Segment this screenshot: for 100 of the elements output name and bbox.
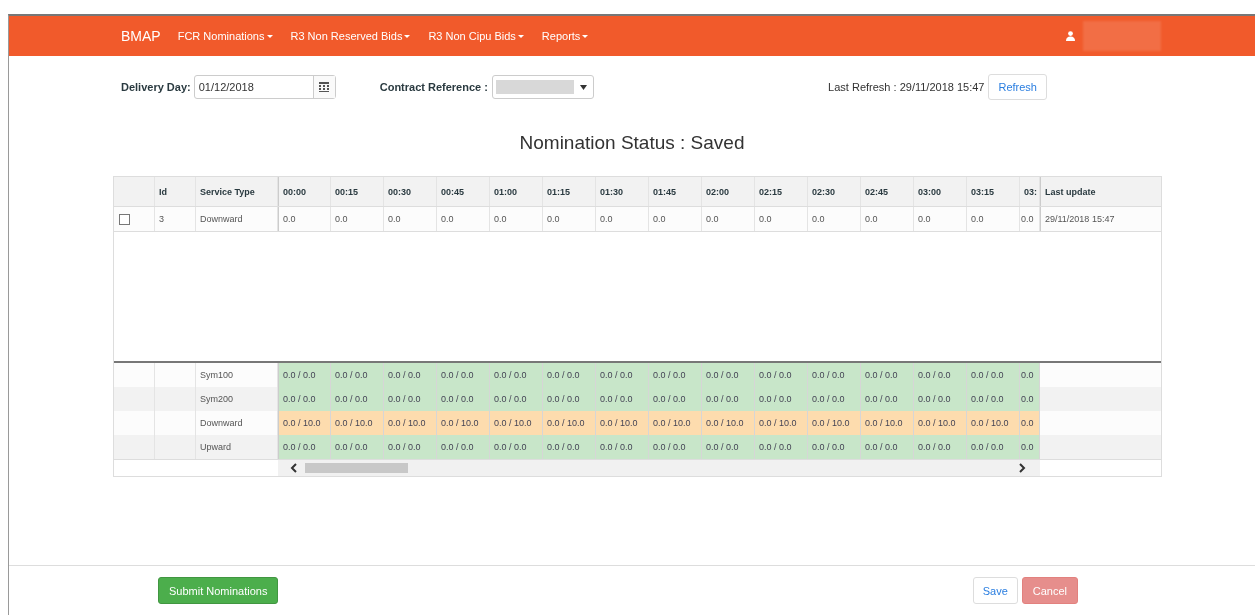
- summary-cell: 0.0 / 0.0: [384, 435, 437, 459]
- scrollbar-thumb[interactable]: [305, 463, 408, 473]
- submit-nominations-button[interactable]: Submit Nominations: [158, 577, 279, 604]
- column-header: 02:00: [702, 177, 755, 206]
- summary-cell: 0.0 / 10.0: [331, 411, 384, 435]
- calendar-button[interactable]: [312, 76, 335, 98]
- table-cell: 0.0: [596, 207, 649, 231]
- summary-cell: 0.0 / 0.0: [596, 387, 649, 411]
- summary-cell: 0.0 / 0.0: [808, 435, 861, 459]
- column-header: 02:30: [808, 177, 861, 206]
- column-header: 00:15: [331, 177, 384, 206]
- column-header: 03:: [1020, 177, 1040, 206]
- summary-cell: 0.0 / 0.0: [649, 435, 702, 459]
- refresh-button[interactable]: Refresh: [988, 74, 1047, 100]
- summary-cell: 0.0 / 0.0: [967, 363, 1020, 387]
- summary-cell: 0.0 / 0.0: [967, 387, 1020, 411]
- caret-icon: [404, 34, 411, 38]
- column-header: 02:15: [755, 177, 808, 206]
- calendar-icon: [319, 82, 330, 92]
- summary-cell: 0.0 / 0.0: [702, 387, 755, 411]
- table-cell: 29/11/2018 15:47: [1040, 207, 1161, 231]
- summary-cell: 0.0 / 10.0: [649, 411, 702, 435]
- summary-cell: 0.0 / 10.0: [808, 411, 861, 435]
- summary-cell: 0.0 / 0.0: [649, 387, 702, 411]
- summary-cell: 0.0 / 0.0: [914, 363, 967, 387]
- summary-cell: 0.0 / 0.0: [437, 435, 490, 459]
- summary-cell: 0.0 / 10.0: [755, 411, 808, 435]
- nav-menu[interactable]: R3 Non Cipu Bids: [428, 30, 524, 42]
- summary-cell: 0.0: [1020, 411, 1040, 435]
- summary-cell: 0.0 / 10.0: [278, 411, 331, 435]
- summary-cell: 0.0 / 0.0: [490, 387, 543, 411]
- summary-cell: 0.0 / 0.0: [596, 363, 649, 387]
- brand-link[interactable]: BMAP: [121, 28, 161, 44]
- summary-cell: 0.0 / 0.0: [914, 435, 967, 459]
- status-title: Nomination Status : Saved: [518, 132, 746, 154]
- date-field[interactable]: 01/12/2018: [193, 75, 336, 99]
- summary-cell: 0.0 / 0.0: [490, 363, 543, 387]
- save-button[interactable]: Save: [972, 577, 1018, 604]
- column-header: 02:45: [861, 177, 914, 206]
- table-cell: 0.0: [437, 207, 490, 231]
- table-cell: 0.0: [861, 207, 914, 231]
- table-cell: 0.0: [914, 207, 967, 231]
- caret-icon: [579, 84, 587, 90]
- summary-cell: 0.0 / 0.0: [331, 435, 384, 459]
- summary-cell: 0.0 / 0.0: [755, 363, 808, 387]
- column-header: 01:00: [490, 177, 543, 206]
- contract-reference-label: Contract Reference :: [379, 81, 488, 93]
- nav-menu[interactable]: Reports: [541, 30, 589, 42]
- table-cell: Downward: [196, 207, 278, 231]
- summary-cell: 0.0 / 0.0: [278, 363, 331, 387]
- column-header: Last update: [1040, 177, 1161, 206]
- row-checkbox[interactable]: [119, 213, 130, 225]
- summary-cell: 0.0 / 0.0: [861, 387, 914, 411]
- column-header: 03:00: [914, 177, 967, 206]
- summary-cell: 0.0: [1020, 435, 1040, 459]
- column-header: 00:45: [437, 177, 490, 206]
- column-header: 01:15: [543, 177, 596, 206]
- summary-cell: 0.0 / 0.0: [861, 363, 914, 387]
- summary-cell: 0.0 / 0.0: [808, 387, 861, 411]
- table-cell: 0.0: [702, 207, 755, 231]
- summary-cell: 0.0 / 0.0: [755, 435, 808, 459]
- summary-cell: 0.0 / 10.0: [914, 411, 967, 435]
- table-cell: 0.0: [384, 207, 437, 231]
- summary-cell: 0.0 / 0.0: [543, 435, 596, 459]
- table-cell: 0.0: [1020, 207, 1040, 231]
- nav-menu[interactable]: R3 Non Reserved Bids: [290, 30, 411, 42]
- summary-cell: 0.0 / 10.0: [702, 411, 755, 435]
- summary-cell: 0.0 / 10.0: [596, 411, 649, 435]
- summary-cell: 0.0 / 0.0: [702, 435, 755, 459]
- table-cell: 0.0: [808, 207, 861, 231]
- caret-icon: [266, 34, 273, 38]
- summary-cell: 0.0 / 0.0: [914, 387, 967, 411]
- summary-cell: 0.0 / 0.0: [702, 363, 755, 387]
- summary-cell: 0.0 / 10.0: [437, 411, 490, 435]
- summary-cell: 0.0 / 0.0: [967, 435, 1020, 459]
- delivery-day-label: Delivery Day:: [121, 81, 191, 93]
- column-header: Id: [155, 177, 196, 206]
- summary-cell: 0.0 / 0.0: [649, 363, 702, 387]
- summary-cell: 0.0 / 0.0: [331, 363, 384, 387]
- column-header: 00:30: [384, 177, 437, 206]
- column-header: 01:30: [596, 177, 649, 206]
- horizontal-scrollbar[interactable]: [278, 460, 1040, 476]
- column-header: 03:15: [967, 177, 1020, 206]
- summary-cell: 0.0 / 0.0: [278, 387, 331, 411]
- table-cell: 0.0: [490, 207, 543, 231]
- table-cell: 0.0: [278, 207, 331, 231]
- summary-cell: 0.0 / 0.0: [437, 363, 490, 387]
- summary-cell: 0.0: [1020, 387, 1040, 411]
- summary-cell: 0.0 / 0.0: [384, 387, 437, 411]
- nav-menu[interactable]: FCR Nominations: [177, 30, 273, 42]
- summary-cell: 0.0 / 0.0: [331, 387, 384, 411]
- summary-cell: 0.0 / 0.0: [755, 387, 808, 411]
- table-cell: 0.0: [967, 207, 1020, 231]
- table-cell: 0.0: [543, 207, 596, 231]
- table-cell: 3: [155, 207, 196, 231]
- summary-cell: 0.0 / 0.0: [490, 435, 543, 459]
- summary-cell: 0.0 / 0.0: [808, 363, 861, 387]
- table-cell: 0.0: [649, 207, 702, 231]
- column-header: 00:00: [278, 177, 331, 206]
- user-icon[interactable]: [1066, 31, 1075, 41]
